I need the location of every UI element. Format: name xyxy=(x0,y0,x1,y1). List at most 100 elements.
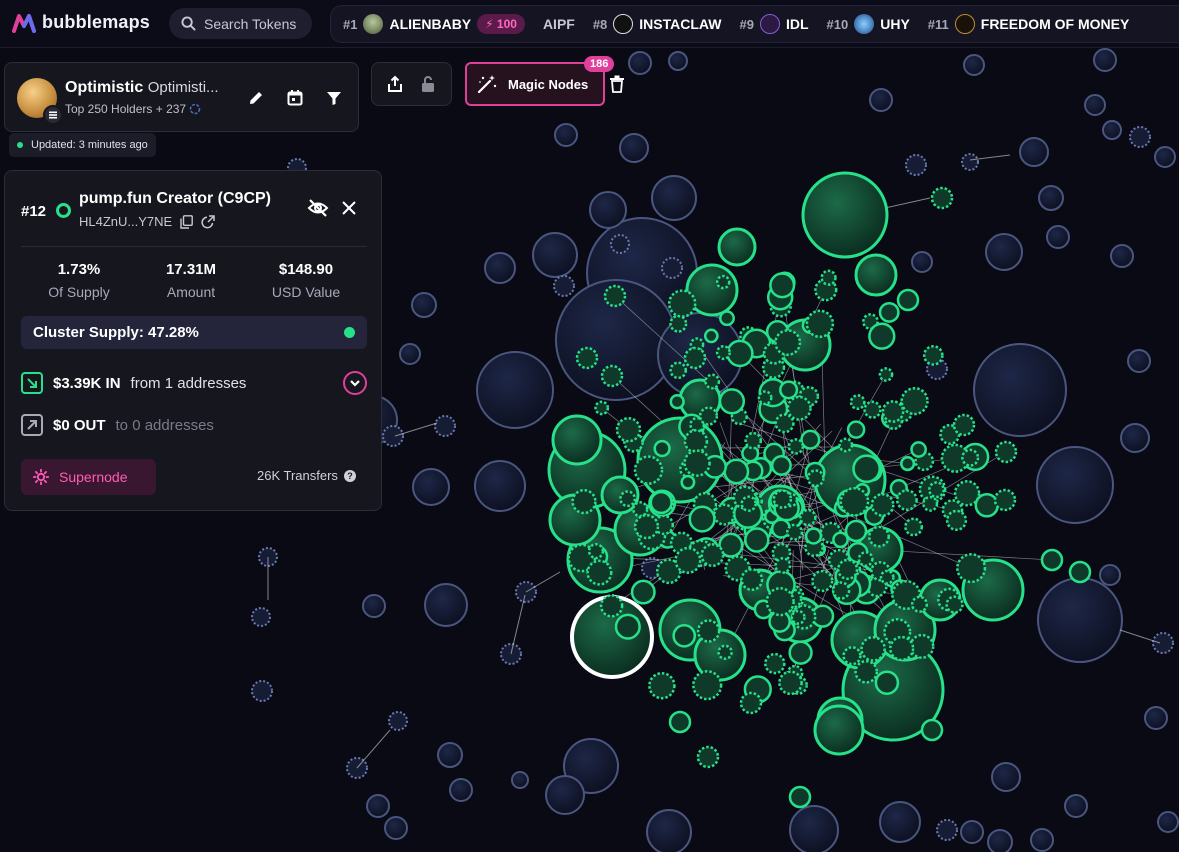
cluster-bubble[interactable] xyxy=(704,373,721,390)
cluster-bubble[interactable] xyxy=(889,635,915,662)
cluster-bubble[interactable] xyxy=(715,274,731,290)
cluster-bubble[interactable] xyxy=(804,527,823,545)
cluster-bubble[interactable] xyxy=(788,640,813,665)
holder-bubble[interactable] xyxy=(554,123,578,147)
holder-bubble[interactable] xyxy=(411,292,437,318)
holder-bubble[interactable] xyxy=(1102,120,1122,140)
cluster-bubble[interactable] xyxy=(669,361,688,380)
ticker-item-aipf[interactable]: AIPF xyxy=(543,16,575,32)
cluster-bubble[interactable] xyxy=(831,581,851,600)
cluster-bubble[interactable] xyxy=(930,186,954,210)
cluster-bubble[interactable] xyxy=(920,718,944,742)
cluster-bubble[interactable] xyxy=(587,542,605,560)
holder-bubble[interactable] xyxy=(1084,94,1106,116)
cluster-bubble[interactable] xyxy=(718,388,746,415)
ticker-item-uhy[interactable]: #10 UHY xyxy=(827,14,910,34)
holder-bubble[interactable] xyxy=(589,191,627,229)
holder-bubble[interactable] xyxy=(1038,185,1064,211)
cluster-bubble[interactable] xyxy=(811,569,834,593)
cluster-bubble[interactable] xyxy=(839,486,870,517)
cluster-bubble[interactable] xyxy=(874,670,900,695)
logo[interactable]: bubblemaps xyxy=(12,12,150,33)
holder-bubble[interactable] xyxy=(1046,225,1070,249)
cluster-bubble[interactable] xyxy=(813,704,865,756)
holder-bubble[interactable] xyxy=(437,742,463,768)
cluster-bubble[interactable] xyxy=(683,429,709,454)
holder-bubble[interactable] xyxy=(388,711,408,731)
cluster-bubble[interactable] xyxy=(945,595,964,614)
cluster-bubble[interactable] xyxy=(680,474,696,490)
cluster-bubble[interactable] xyxy=(744,431,763,450)
holder-bubble[interactable] xyxy=(553,275,575,297)
cluster-bubble[interactable] xyxy=(846,420,866,439)
holder-bubble[interactable] xyxy=(384,816,408,840)
cluster-bubble[interactable] xyxy=(994,440,1018,464)
outflow-row[interactable]: $0 OUT to 0 addresses xyxy=(21,414,214,436)
cluster-supply-bar[interactable]: Cluster Supply: 47.28% xyxy=(21,316,367,349)
cluster-bubble[interactable] xyxy=(717,227,757,267)
cluster-bubble[interactable] xyxy=(674,546,702,574)
cluster-bubble[interactable] xyxy=(719,310,735,327)
cluster-bubble[interactable] xyxy=(806,469,825,488)
cluster-bubble[interactable] xyxy=(786,523,804,541)
cluster-bubble[interactable] xyxy=(928,481,945,499)
holder-bubble[interactable] xyxy=(511,771,529,789)
cluster-bubble[interactable] xyxy=(910,441,927,458)
cluster-bubble[interactable] xyxy=(700,543,725,568)
cluster-bubble[interactable] xyxy=(615,416,642,443)
holder-bubble[interactable] xyxy=(960,820,984,844)
cluster-bubble[interactable] xyxy=(956,553,987,584)
cluster-bubble[interactable] xyxy=(774,329,802,357)
cluster-bubble[interactable] xyxy=(854,659,879,684)
holder-bubble[interactable] xyxy=(619,133,649,163)
cluster-bubble[interactable] xyxy=(857,551,874,567)
ticker-item-instaclaw[interactable]: #8 INSTACLAW xyxy=(593,14,721,34)
cluster-bubble[interactable] xyxy=(683,346,707,370)
cluster-bubble[interactable] xyxy=(744,527,770,553)
holder-bubble[interactable] xyxy=(532,232,578,278)
holder-bubble[interactable] xyxy=(1154,146,1176,168)
date-filter-button[interactable] xyxy=(282,85,307,110)
holder-bubble[interactable] xyxy=(399,343,421,365)
cluster-bubble[interactable] xyxy=(799,508,817,527)
cluster-bubble[interactable] xyxy=(769,272,796,299)
copy-icon[interactable] xyxy=(180,214,194,229)
cluster-bubble[interactable] xyxy=(633,513,660,540)
holder-bubble[interactable] xyxy=(661,257,683,279)
inflow-row[interactable]: $3.39K IN from 1 addresses xyxy=(21,372,246,394)
cluster-bubble[interactable] xyxy=(900,386,929,416)
holder-bubble[interactable] xyxy=(1064,794,1088,818)
cluster-bubble[interactable] xyxy=(922,495,939,512)
holder-bubble[interactable] xyxy=(789,805,839,852)
ticker-item-freedom-of-money[interactable]: #11 FREEDOM OF MONEY xyxy=(928,14,1129,34)
cluster-bubble[interactable] xyxy=(723,458,750,485)
cluster-bubble[interactable] xyxy=(575,346,599,370)
cluster-bubble[interactable] xyxy=(599,594,624,618)
cluster-bubble[interactable] xyxy=(800,429,821,450)
expand-inflow-button[interactable] xyxy=(343,371,367,395)
holder-bubble[interactable] xyxy=(936,819,958,841)
holder-bubble[interactable] xyxy=(668,51,688,71)
holder-bubble[interactable] xyxy=(905,154,927,176)
cluster-bubble[interactable] xyxy=(820,269,837,286)
cluster-bubble[interactable] xyxy=(698,406,719,426)
close-panel-button[interactable] xyxy=(341,200,357,221)
cluster-bubble[interactable] xyxy=(870,492,895,517)
holder-bubble[interactable] xyxy=(646,809,692,852)
share-button[interactable] xyxy=(382,72,407,97)
cluster-bubble[interactable] xyxy=(586,559,613,586)
cluster-bubble[interactable] xyxy=(668,710,692,734)
cluster-bubble[interactable] xyxy=(772,489,793,509)
cluster-bubble[interactable] xyxy=(551,414,603,466)
cluster-bubble[interactable] xyxy=(879,569,895,585)
cluster-bubble[interactable] xyxy=(594,400,610,416)
holder-bubble[interactable] xyxy=(449,778,473,802)
holder-bubble[interactable] xyxy=(424,583,468,627)
holder-bubble[interactable] xyxy=(382,425,404,447)
cluster-bubble[interactable] xyxy=(571,488,597,515)
cluster-bubble[interactable] xyxy=(696,619,721,643)
cluster-bubble[interactable] xyxy=(770,455,792,476)
magic-nodes-button[interactable]: Magic Nodes xyxy=(465,62,605,106)
holder-bubble[interactable] xyxy=(1144,706,1168,730)
holder-bubble[interactable] xyxy=(1129,126,1151,148)
